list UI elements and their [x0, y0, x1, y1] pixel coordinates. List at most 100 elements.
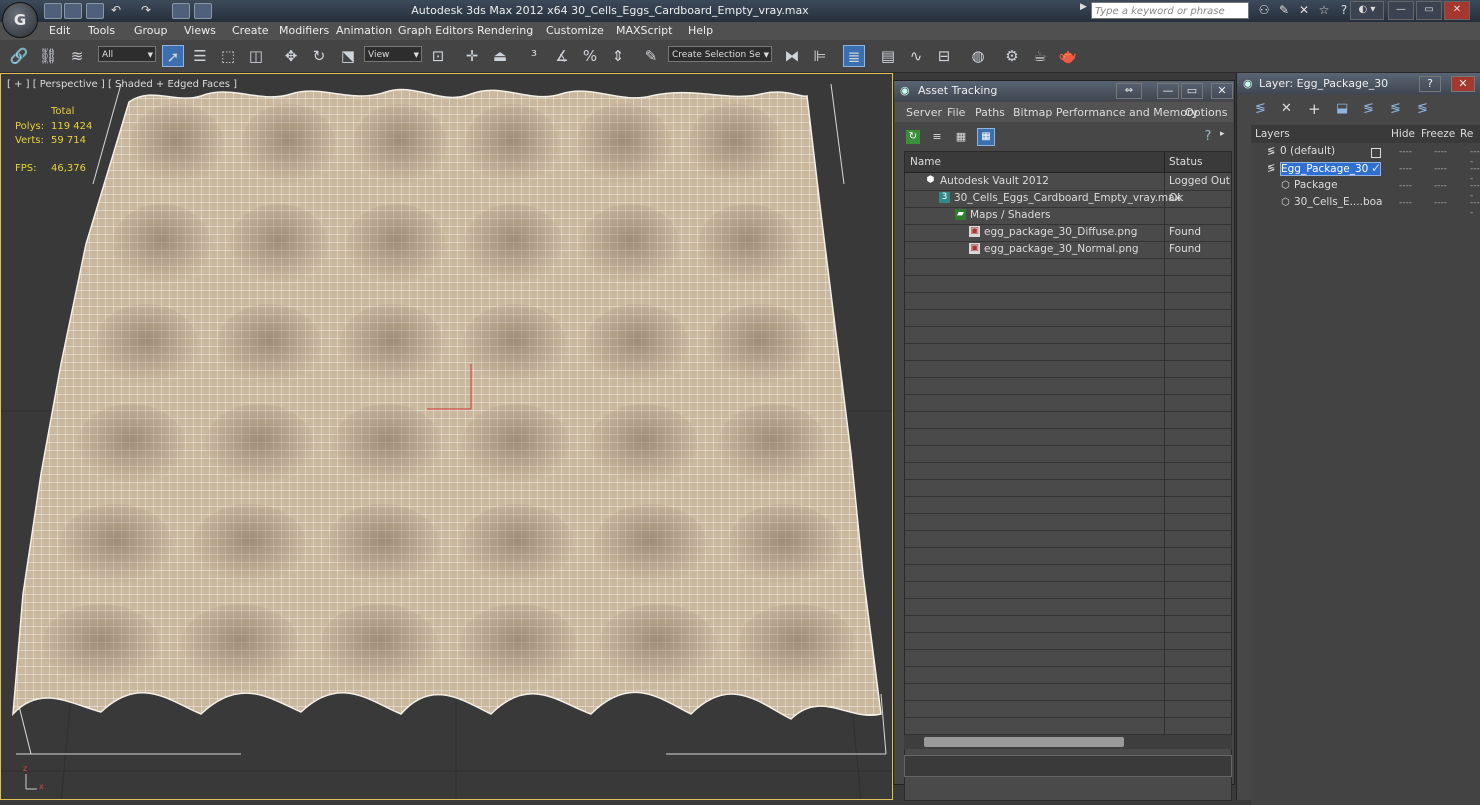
asset-horizontal-scrollbar[interactable]: [904, 735, 1232, 749]
empty-asset-row[interactable]: [905, 581, 1231, 599]
layer-name[interactable]: 0 (default): [1280, 145, 1335, 157]
layer-help-button[interactable]: ?: [1419, 76, 1441, 92]
layer-toggle-dash[interactable]: ----: [1399, 181, 1412, 191]
unlink-icon[interactable]: ⛓: [37, 45, 59, 67]
percent-snap-icon[interactable]: %: [579, 45, 601, 67]
asset-tracking-titlebar[interactable]: ◉ Asset Tracking ⇔ — ▭ ✕: [894, 81, 1234, 101]
layer-toggle-dash[interactable]: ----: [1434, 198, 1447, 208]
asset-row[interactable]: ⬢ Autodesk Vault 2012 Logged Out ...: [905, 173, 1231, 191]
column-status[interactable]: Status: [1169, 156, 1202, 168]
empty-asset-row[interactable]: [905, 496, 1231, 514]
empty-asset-row[interactable]: [905, 309, 1231, 327]
menu-maxscript[interactable]: MAXScript: [616, 24, 672, 37]
column-render[interactable]: Re: [1460, 128, 1473, 140]
workspace-icon[interactable]: [194, 3, 212, 19]
asset-close-button[interactable]: ✕: [1211, 83, 1233, 99]
empty-asset-row[interactable]: [905, 649, 1231, 667]
add-to-layer-icon[interactable]: +: [1308, 100, 1321, 118]
menu-animation[interactable]: Animation: [336, 24, 392, 37]
empty-asset-row[interactable]: [905, 428, 1231, 446]
favorites-star-icon[interactable]: ☆: [1316, 3, 1332, 18]
table-view-icon[interactable]: ▦: [977, 128, 995, 146]
subscription-icon[interactable]: ✎: [1276, 3, 1292, 18]
empty-asset-row[interactable]: [905, 445, 1231, 463]
freeze-unfreeze-all-icon[interactable]: ≶: [1417, 101, 1428, 116]
empty-asset-row[interactable]: [905, 530, 1231, 548]
angle-snap-icon[interactable]: ∡: [551, 45, 573, 67]
reference-coordinate-dropdown[interactable]: View: [364, 46, 422, 63]
search-input[interactable]: Type a keyword or phrase: [1091, 2, 1249, 19]
mirror-icon[interactable]: ⧓: [781, 45, 803, 67]
menu-group[interactable]: Group: [134, 24, 168, 37]
asset-help-icon[interactable]: ?: [1200, 129, 1216, 145]
select-by-name-icon[interactable]: ☰: [189, 45, 211, 67]
select-move-icon[interactable]: ✥: [280, 45, 302, 67]
asset-minimize-button[interactable]: —: [1157, 83, 1179, 99]
layer-name[interactable]: Egg_Package_30: [1280, 162, 1382, 176]
material-editor-icon[interactable]: ◍: [967, 45, 989, 67]
empty-asset-row[interactable]: [905, 343, 1231, 361]
refresh-icon[interactable]: ↻: [906, 130, 920, 144]
empty-asset-row[interactable]: [905, 683, 1231, 701]
save-file-icon[interactable]: [86, 3, 104, 19]
empty-asset-row[interactable]: [905, 394, 1231, 412]
curve-editor-icon[interactable]: ∿: [905, 45, 927, 67]
bind-space-warp-icon[interactable]: ≋: [66, 45, 88, 67]
search-arrow-icon[interactable]: ▶: [1080, 2, 1088, 18]
project-folder-icon[interactable]: [172, 3, 190, 19]
column-freeze[interactable]: Freeze: [1421, 128, 1455, 140]
maximize-button[interactable]: ▭: [1416, 1, 1442, 20]
schematic-view-icon[interactable]: ⊟: [933, 45, 955, 67]
redo-icon[interactable]: ↷: [138, 3, 154, 18]
layer-toggle-dash[interactable]: ----: [1399, 164, 1412, 174]
empty-asset-row[interactable]: [905, 411, 1231, 429]
delete-layer-icon[interactable]: ✕: [1281, 101, 1292, 116]
app-logo-button[interactable]: G: [2, 2, 38, 38]
layer-row[interactable]: ≶ 0 (default) ---- ---- ----: [1251, 144, 1480, 167]
select-highlighted-icon[interactable]: ⬓: [1336, 101, 1348, 116]
dock-arrows-icon[interactable]: ⇔: [1116, 83, 1142, 99]
layer-toggle-dash[interactable]: ----: [1434, 147, 1447, 157]
menu-graph-editors[interactable]: Graph Editors: [398, 24, 474, 37]
active-layer-check-icon[interactable]: ✓: [1371, 161, 1381, 175]
asset-row[interactable]: ▣ egg_package_30_Normal.png Found: [905, 241, 1231, 259]
viewport-label[interactable]: [ + ] [ Perspective ] [ Shaded + Edged F…: [7, 79, 237, 90]
layer-toggle-dash[interactable]: ----: [1470, 198, 1480, 218]
binoculars-icon[interactable]: ⚇: [1256, 3, 1272, 18]
align-icon[interactable]: ⊫: [809, 45, 831, 67]
edit-named-selection-icon[interactable]: ✎: [640, 45, 662, 67]
menu-modifiers[interactable]: Modifiers: [279, 24, 329, 37]
menu-create[interactable]: Create: [232, 24, 269, 37]
asset-row[interactable]: ▰ Maps / Shaders: [905, 207, 1231, 225]
layer-row[interactable]: ≶ Egg_Package_30 ✓ ---- ---- ----: [1251, 161, 1480, 184]
hide-unhide-all-icon[interactable]: ≶: [1390, 101, 1401, 116]
column-divider[interactable]: [1164, 152, 1165, 172]
selection-filter-dropdown[interactable]: All: [98, 46, 156, 63]
menu-tools[interactable]: Tools: [88, 24, 115, 37]
asset-menu-file[interactable]: File: [947, 106, 965, 119]
menu-rendering[interactable]: Rendering: [477, 24, 533, 37]
layer-close-button[interactable]: ✕: [1451, 76, 1475, 92]
help-dropdown-icon[interactable]: ◐ ▾: [1350, 1, 1384, 20]
column-hide[interactable]: Hide: [1391, 128, 1415, 140]
column-layers[interactable]: Layers: [1255, 128, 1290, 140]
layer-name[interactable]: Package: [1294, 179, 1338, 191]
layer-titlebar[interactable]: ◉ Layer: Egg_Package_30 ? ✕: [1237, 73, 1480, 95]
empty-asset-row[interactable]: [905, 479, 1231, 497]
snaps-toggle-icon[interactable]: ³: [523, 45, 545, 67]
menu-help[interactable]: Help: [688, 24, 713, 37]
render-production-icon[interactable]: 🫖: [1057, 45, 1079, 67]
undo-icon[interactable]: ↶: [108, 3, 124, 18]
layer-toggle-dash[interactable]: ----: [1434, 164, 1447, 174]
pivot-center-icon[interactable]: ⊡: [427, 45, 449, 67]
empty-asset-row[interactable]: [905, 326, 1231, 344]
named-selection-dropdown[interactable]: Create Selection Se: [668, 46, 772, 63]
empty-asset-row[interactable]: [905, 666, 1231, 684]
asset-more-icon[interactable]: ▸: [1220, 129, 1230, 145]
empty-asset-row[interactable]: [905, 513, 1231, 531]
select-scale-icon[interactable]: ⬔: [337, 45, 359, 67]
asset-menu-bitmap-performance[interactable]: Bitmap Performance and Memory: [1013, 106, 1198, 119]
asset-row[interactable]: ▣ egg_package_30_Diffuse.png Found: [905, 224, 1231, 242]
render-setup-icon[interactable]: ⚙: [1001, 45, 1023, 67]
layer-manager-icon[interactable]: ≣: [843, 45, 865, 67]
